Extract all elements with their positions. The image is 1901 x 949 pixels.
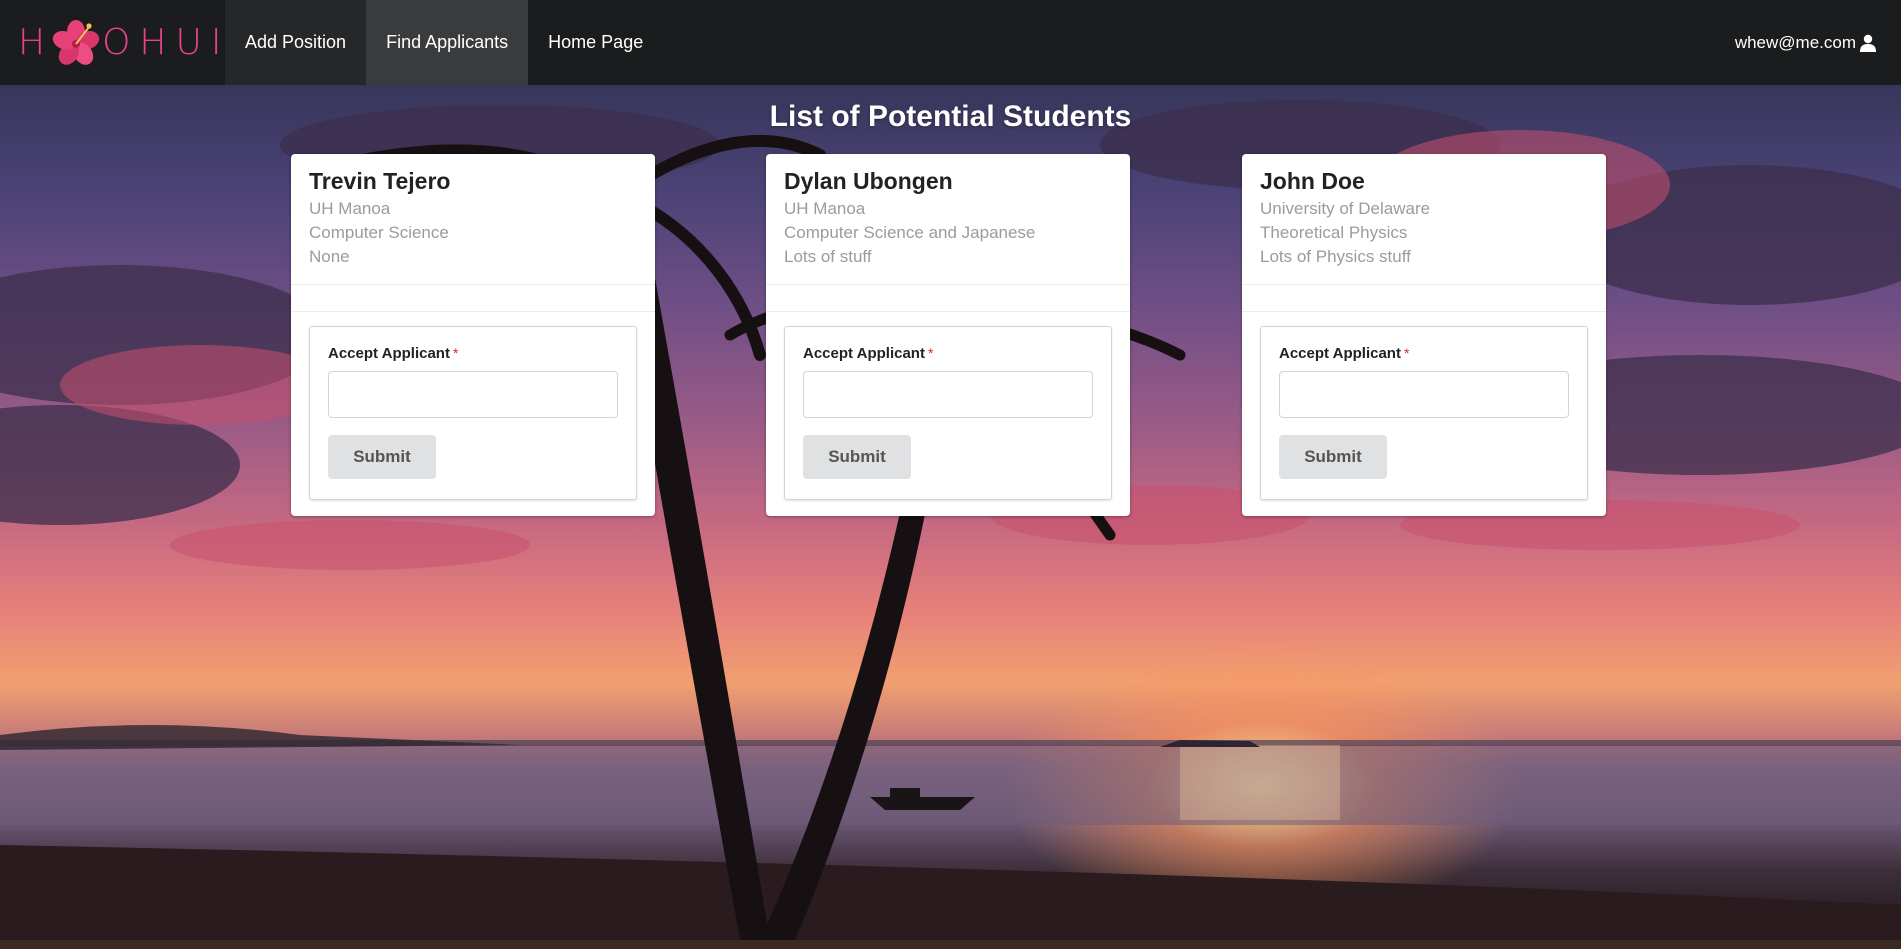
nav-find-applicants-label: Find Applicants bbox=[386, 32, 509, 52]
nav-add-position[interactable]: Add Position bbox=[225, 0, 367, 85]
student-card-content: Dylan Ubongen UH Manoa Computer Science … bbox=[766, 154, 1130, 284]
accept-applicant-form: Accept Applicant * Submit bbox=[1260, 326, 1588, 500]
accept-applicant-label-row: Accept Applicant * bbox=[1279, 345, 1569, 363]
student-details: None bbox=[309, 247, 350, 266]
page-title: List of Potential Students bbox=[769, 100, 1132, 133]
card-extra-section bbox=[291, 285, 655, 312]
nav-find-applicants[interactable]: Find Applicants bbox=[366, 0, 529, 85]
user-icon bbox=[1860, 34, 1876, 52]
accept-applicant-label: Accept Applicant bbox=[328, 345, 450, 362]
top-navbar: H OHUI Add Position Find Applicants Home… bbox=[0, 0, 1901, 85]
student-card-content: John Doe University of Delaware Theoreti… bbox=[1242, 154, 1606, 284]
nav-home-page[interactable]: Home Page bbox=[528, 0, 663, 85]
student-details: Lots of stuff bbox=[784, 247, 872, 266]
student-school: UH Manoa bbox=[309, 199, 391, 218]
nav-add-position-label: Add Position bbox=[245, 32, 347, 52]
student-details: Lots of Physics stuff bbox=[1260, 247, 1411, 266]
submit-button[interactable]: Submit bbox=[1279, 435, 1387, 479]
accept-applicant-label: Accept Applicant bbox=[803, 345, 925, 362]
student-major: Computer Science and Japanese bbox=[784, 223, 1036, 242]
card-extra-section bbox=[766, 285, 1130, 312]
student-card: Trevin Tejero UH Manoa Computer Science … bbox=[291, 154, 655, 516]
accept-applicant-label-row: Accept Applicant * bbox=[328, 345, 618, 363]
user-menu[interactable]: whew@me.com bbox=[1735, 0, 1901, 85]
nav-home-page-label: Home Page bbox=[548, 32, 644, 52]
user-email: whew@me.com bbox=[1734, 32, 1856, 52]
required-marker: * bbox=[927, 345, 934, 361]
required-marker: * bbox=[452, 345, 459, 361]
accept-applicant-input[interactable] bbox=[328, 371, 618, 418]
submit-button[interactable]: Submit bbox=[803, 435, 911, 479]
student-card-content: Trevin Tejero UH Manoa Computer Science … bbox=[291, 154, 655, 284]
student-school: University of Delaware bbox=[1260, 199, 1431, 218]
footer-strip bbox=[0, 940, 1901, 949]
accept-applicant-form: Accept Applicant * Submit bbox=[309, 326, 637, 500]
student-card: John Doe University of Delaware Theoreti… bbox=[1242, 154, 1606, 516]
accept-applicant-input[interactable] bbox=[1279, 371, 1569, 418]
student-major: Computer Science bbox=[309, 223, 449, 242]
accept-applicant-form: Accept Applicant * Submit bbox=[784, 326, 1112, 500]
required-marker: * bbox=[1403, 345, 1410, 361]
student-name: John Doe bbox=[1260, 168, 1365, 194]
student-major: Theoretical Physics bbox=[1260, 223, 1408, 242]
student-name: Dylan Ubongen bbox=[784, 168, 953, 194]
student-school: UH Manoa bbox=[784, 199, 866, 218]
student-card: Dylan Ubongen UH Manoa Computer Science … bbox=[766, 154, 1130, 516]
brand-logo[interactable]: H OHUI bbox=[0, 0, 225, 85]
submit-button[interactable]: Submit bbox=[328, 435, 436, 479]
accept-applicant-label: Accept Applicant bbox=[1279, 345, 1401, 362]
hibiscus-flower-icon bbox=[52, 19, 100, 65]
student-name: Trevin Tejero bbox=[309, 168, 451, 194]
accept-applicant-label-row: Accept Applicant * bbox=[803, 345, 1093, 363]
card-extra-section bbox=[1242, 285, 1606, 312]
accept-applicant-input[interactable] bbox=[803, 371, 1093, 418]
logo-wordmark: H OHUI bbox=[18, 19, 230, 67]
